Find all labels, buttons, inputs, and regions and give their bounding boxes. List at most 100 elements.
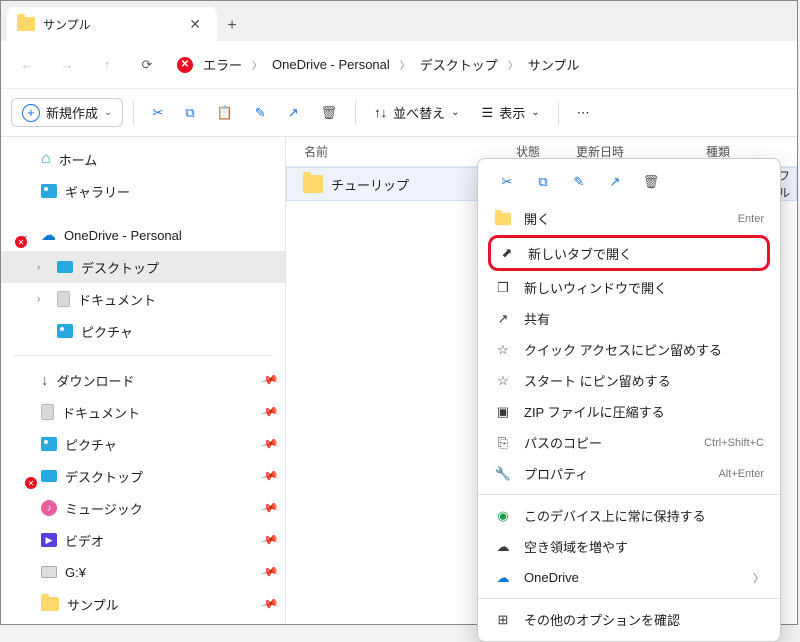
desktop-icon [41,470,57,482]
new-tab-button[interactable]: + [217,17,247,41]
pin-icon: ☆ [494,342,512,358]
sidebar-drive-g[interactable]: G:¥📌 [1,556,285,588]
sidebar-desktop[interactable]: ›デスクトップ [1,251,285,283]
trash-icon: 🗑 [643,174,660,190]
tab-title: サンプル [43,16,175,33]
ctx-properties[interactable]: 🔧プロパティAlt+Enter [478,458,780,489]
back-button[interactable]: ← [9,47,45,83]
document-icon [57,291,70,307]
cloud-icon: ☁ [41,226,56,244]
ctx-rename[interactable]: ✎ [568,171,590,193]
breadcrumb-item[interactable]: OneDrive - Personal [266,53,396,76]
delete-button[interactable]: 🗑 [313,97,346,129]
zip-icon: ▣ [494,404,512,420]
sidebar-onedrive[interactable]: ⌄☁OneDrive - Personal✕ [1,219,285,251]
sidebar-pictures[interactable]: ピクチャ [1,315,285,347]
error-icon: ✕ [177,57,193,73]
breadcrumb: ✕ エラー 〉 OneDrive - Personal 〉 デスクトップ 〉 サ… [177,51,585,78]
breadcrumb-item[interactable]: サンプル [522,51,586,78]
home-icon: ⌂ [41,150,51,168]
pictures-icon [41,437,57,451]
ctx-always-keep[interactable]: ◉このデバイス上に常に保持する [478,500,780,531]
sidebar: ⌂ホーム ギャラリー ⌄☁OneDrive - Personal✕ ›デスクトッ… [1,137,286,624]
sidebar-documents-quick[interactable]: ドキュメント📌 [1,396,285,428]
ctx-more-options[interactable]: ⊞その他のオプションを確認 [478,604,780,635]
sidebar-sample[interactable]: サンプル📌 [1,588,285,620]
new-window-icon: ❐ [494,280,512,296]
scissors-icon: ✂ [152,105,163,121]
ctx-pin-quick[interactable]: ☆クイック アクセスにピン留めする [478,334,780,365]
ctx-cut[interactable]: ✂ [496,171,518,193]
ctx-delete[interactable]: 🗑 [640,171,662,193]
sidebar-desktop-quick[interactable]: デスクトップ📌✕ [1,460,285,492]
ctx-share[interactable]: ↗ [604,171,626,193]
pin-icon: 📌 [260,466,280,486]
new-tab-icon: ⬈ [498,245,516,261]
view-button[interactable]: ☰表示⌄ [474,97,548,129]
refresh-button[interactable]: ⟳ [129,47,165,83]
paste-icon: 📋 [217,105,233,121]
sidebar-video[interactable]: ▶ビデオ📌 [1,524,285,556]
sidebar-home[interactable]: ⌂ホーム [1,143,285,175]
share-icon: ↗ [494,311,512,327]
pin-icon: 📌 [260,562,280,582]
ctx-open-new-tab[interactable]: ⬈新しいタブで開く [492,239,766,267]
chevron-icon: 〉 [252,57,262,72]
plus-icon: + [22,104,40,122]
pin-icon: 📌 [260,594,280,614]
sidebar-item[interactable] [1,620,285,624]
share-button[interactable]: ↗ [280,97,307,129]
sidebar-documents[interactable]: ›ドキュメント [1,283,285,315]
sidebar-music[interactable]: ♪ミュージック📌 [1,492,285,524]
copy-button[interactable]: ⧉ [177,97,202,129]
more-icon: ⊞ [494,612,512,628]
pin-icon: 📌 [260,498,280,518]
sidebar-downloads[interactable]: ↓ダウンロード📌 [1,364,285,396]
pin-icon: 📌 [260,370,280,390]
copy-icon: ⧉ [538,174,547,190]
ctx-copy-path[interactable]: ⎘パスのコピーCtrl+Shift+C [478,427,780,458]
pin-icon: ☆ [494,373,512,389]
gallery-icon [41,184,57,198]
chevron-right-icon: 〉 [753,570,764,586]
copy-icon: ⧉ [185,105,194,121]
sort-icon: ↑↓ [374,105,387,120]
up-button[interactable]: ↑ [89,47,125,83]
pictures-icon [57,324,73,338]
breadcrumb-item[interactable]: デスクトップ [414,51,504,78]
breadcrumb-item[interactable]: エラー [197,51,248,78]
sidebar-pictures-quick[interactable]: ピクチャ📌 [1,428,285,460]
more-button[interactable]: ⋯ [569,97,598,129]
tab-active[interactable]: サンプル ✕ [7,7,217,41]
ctx-share-item[interactable]: ↗共有 [478,303,780,334]
new-label: 新規作成 [46,103,98,122]
cloud-keep-icon: ◉ [494,508,512,524]
music-icon: ♪ [41,500,57,516]
close-tab-icon[interactable]: ✕ [183,14,207,35]
ctx-free-space[interactable]: ☁空き領域を増やす [478,531,780,562]
ctx-pin-start[interactable]: ☆スタート にピン留めする [478,365,780,396]
folder-open-icon [494,212,512,226]
sidebar-gallery[interactable]: ギャラリー [1,175,285,207]
rename-button[interactable]: ✎ [247,97,274,129]
ctx-zip[interactable]: ▣ZIP ファイルに圧縮する [478,396,780,427]
onedrive-icon: ☁ [494,570,512,586]
scissors-icon: ✂ [502,174,513,190]
cloud-free-icon: ☁ [494,539,512,555]
ctx-onedrive[interactable]: ☁OneDrive〉 [478,562,780,593]
forward-button[interactable]: → [49,47,85,83]
pin-icon: 📌 [260,434,280,454]
cut-button[interactable]: ✂ [144,97,171,129]
new-button[interactable]: + 新規作成 ⌄ [11,98,123,127]
sort-button[interactable]: ↑↓並べ替え⌄ [366,97,467,129]
ctx-open-new-window[interactable]: ❐新しいウィンドウで開く [478,272,780,303]
ctx-copy[interactable]: ⧉ [532,171,554,193]
tab-bar: サンプル ✕ + [1,1,797,41]
download-icon: ↓ [41,372,49,389]
ctx-open[interactable]: 開くEnter [478,203,780,234]
error-badge-icon: ✕ [25,477,37,489]
paste-button[interactable]: 📋 [209,97,241,129]
trash-icon: 🗑 [321,105,338,121]
desktop-icon [57,261,73,273]
path-icon: ⎘ [494,435,512,451]
